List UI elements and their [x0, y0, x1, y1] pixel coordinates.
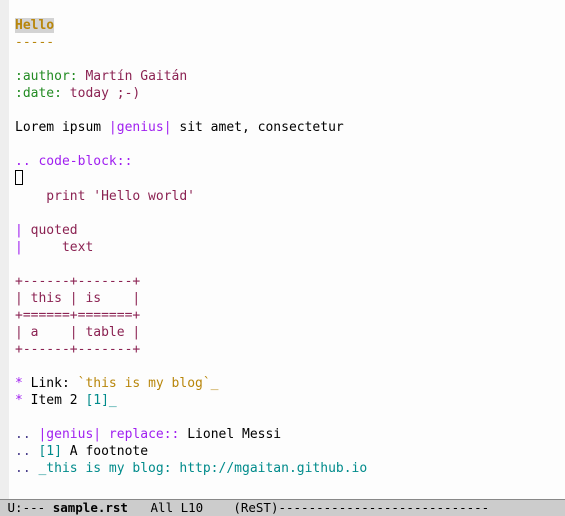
buffer-name: sample.rst [53, 500, 128, 515]
rst-title: Hello [15, 18, 54, 33]
field-author: :author: [15, 69, 78, 84]
table-row: | a | table | [15, 325, 140, 340]
bullet: * [15, 376, 23, 391]
editor-fringe [0, 0, 9, 499]
table-border: +------+-------+ [15, 274, 140, 289]
substitution-def: |genius| [38, 427, 101, 442]
mode-line: U:--- sample.rst All L10 (ReST)---------… [0, 499, 565, 516]
mode-line-position: All L10 [128, 500, 226, 515]
reference: `this is my blog`_ [78, 376, 219, 391]
table-row: | this | is | [15, 291, 140, 306]
replace-directive: replace:: [101, 427, 179, 442]
line-block-text: quoted [23, 223, 78, 238]
footnote-label: [1] [38, 444, 61, 459]
text-cursor [15, 170, 23, 185]
paragraph-text: sit amet, consectetur [172, 120, 344, 135]
line-block-text: text [23, 240, 93, 255]
list-item-text: Item 2 [23, 393, 86, 408]
table-border: +------+-------+ [15, 342, 140, 357]
field-author-value: Martín Gaitán [78, 69, 188, 84]
field-date-value: today ;-) [62, 86, 140, 101]
line-block-bar: | [15, 240, 23, 255]
editor-text-area[interactable]: Hello ----- :author: Martín Gaitán :date… [15, 0, 367, 477]
directive-dots: .. [15, 427, 38, 442]
table-border: +======+=======+ [15, 308, 140, 323]
bullet: * [15, 393, 23, 408]
substitution-ref: |genius| [109, 120, 172, 135]
paragraph-text: Lorem ipsum [15, 120, 109, 135]
code-block-body: print 'Hello world' [15, 189, 195, 204]
substitution-value: Lionel Messi [179, 427, 281, 442]
footnote-text: A footnote [62, 444, 148, 459]
mode-line-fill: ---------------------------- [278, 500, 489, 515]
major-mode: (ReST) [226, 500, 279, 515]
link-target-url: http://mgaitan.github.io [172, 461, 368, 476]
mode-line-status: U:--- [8, 500, 53, 515]
list-item-text: Link: [23, 376, 78, 391]
rst-title-underline: ----- [15, 35, 54, 50]
directive-dots: .. [15, 461, 38, 476]
code-block-directive: .. code-block:: [15, 154, 132, 169]
link-target-name: _this is my blog: [38, 461, 171, 476]
footnote-ref: [1]_ [85, 393, 116, 408]
line-block-bar: | [15, 223, 23, 238]
directive-dots: .. [15, 444, 38, 459]
field-date: :date: [15, 86, 62, 101]
